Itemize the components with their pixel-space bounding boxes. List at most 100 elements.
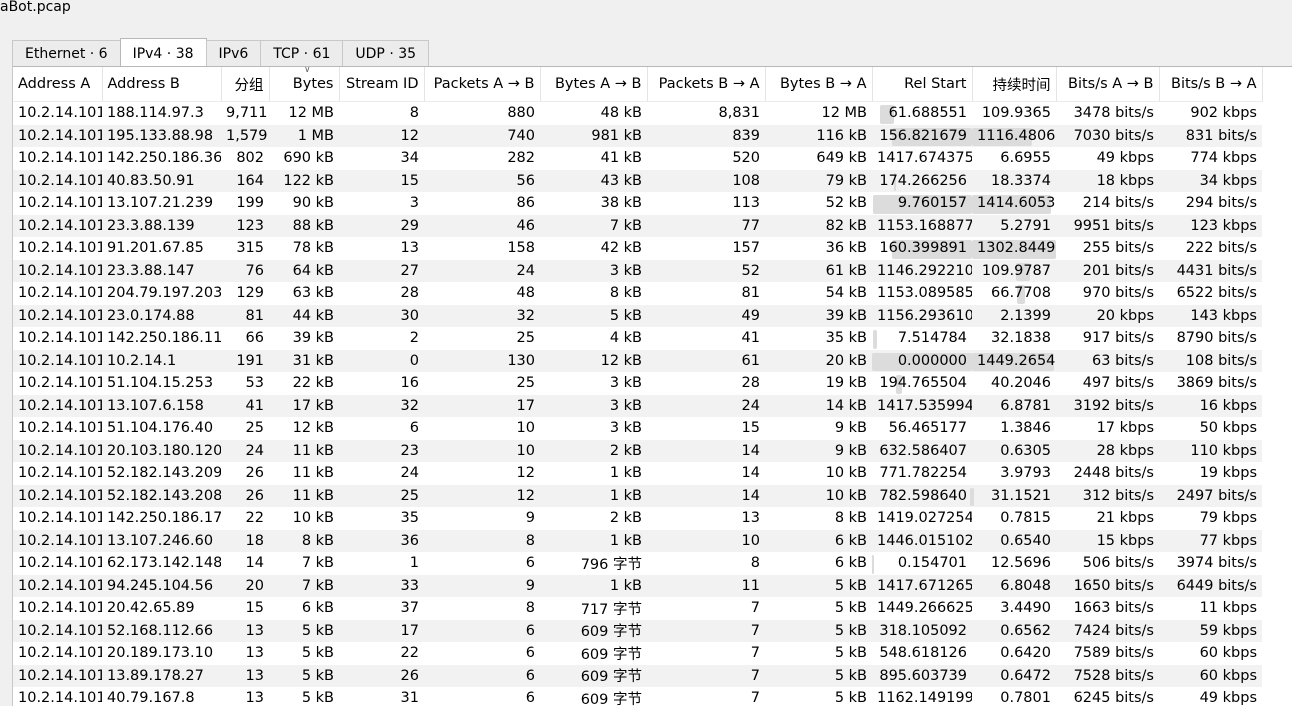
table-row[interactable]: 10.2.14.101 13.107.6.158 41 17 kB 32 17 3 kB 24… — [13, 394, 1262, 417]
cell-bytes-a-b: 796 字节 — [580, 556, 642, 573]
cell-address-b: 23.3.88.147 — [102, 259, 221, 282]
cell-value: 66.7708 — [991, 285, 1051, 302]
cell-address-b: 20.42.65.89 — [107, 600, 195, 617]
cell-address-a: 10.2.14.101 — [13, 124, 102, 147]
column-header-label: Packets A → B — [433, 76, 535, 92]
table-row[interactable]: 10.2.14.101 10.2.14.1 191 31 kB 0 130 12 kB 61 2… — [13, 349, 1262, 372]
table-row[interactable]: 10.2.14.101 52.182.143.208 26 11 kB 25 12 1 kB… — [13, 484, 1262, 507]
table-row[interactable]: 10.2.14.101 51.104.15.253 53 22 kB 16 25 3 kB 2… — [13, 372, 1262, 395]
cell-value: 0.7815 — [1000, 510, 1051, 527]
cell-bits-b-a: 11 kbps — [1199, 600, 1257, 617]
column-header-address-b[interactable]: Address B — [102, 67, 222, 102]
cell-bits-a-b: 201 bits/s — [1056, 259, 1159, 282]
cell-bits-b-a: 3974 bits/s — [1176, 555, 1257, 572]
cell-bytes: 11 kB — [269, 484, 339, 507]
column-header-packets-b-a[interactable]: Packets B → A — [647, 67, 766, 102]
table-row[interactable]: 10.2.14.101 23.0.174.88 81 44 kB 30 32 5 kB 49 3… — [13, 304, 1262, 327]
column-header-bits-a-b[interactable]: Bits/s A → B — [1056, 67, 1160, 102]
table-row[interactable]: 10.2.14.101 142.250.186.177 22 10 kB 35 9 2 kB… — [13, 507, 1262, 530]
cell-duration: 0.6540 — [972, 529, 1056, 552]
column-header-bytes-b-a[interactable]: Bytes B → A — [765, 67, 873, 102]
cell-value: 7.514784 — [897, 330, 967, 347]
cell-duration: 5.2791 — [972, 214, 1056, 237]
table-row[interactable]: 10.2.14.101 40.83.50.91 164 122 kB 15 56 43 kB… — [13, 169, 1262, 192]
cell-stream-id: 36 — [339, 529, 424, 552]
column-header-bytes-a-b[interactable]: Bytes A → B — [540, 67, 648, 102]
cell-duration: 109.9365 — [972, 102, 1056, 125]
cell-value: 18.3374 — [991, 172, 1051, 189]
column-header-stream-id[interactable]: Stream ID — [339, 67, 425, 102]
column-header-rel-start[interactable]: Rel Start — [872, 67, 973, 102]
column-header-bits-b-a[interactable]: Bits/s B → A — [1159, 67, 1263, 102]
cell-bytes-a-b: 48 kB — [600, 105, 642, 122]
cell-address-a: 10.2.14.101 — [18, 420, 102, 437]
cell-duration: 0.6562 — [972, 619, 1056, 642]
cell-bytes-b-a: 39 kB — [765, 304, 872, 327]
column-header-packets[interactable]: 分组 — [221, 67, 270, 102]
cell-packets-a-b: 158 — [507, 240, 535, 257]
table-row[interactable]: 10.2.14.101 40.79.167.8 13 5 kB 31 6 609 字节 7 5 … — [13, 687, 1262, 706]
table-row[interactable]: 10.2.14.101 142.250.186.36 802 690 kB 34 282 4… — [13, 147, 1262, 170]
cell-packets-a-b: 8 — [525, 600, 535, 617]
table-row[interactable]: 10.2.14.101 13.89.178.27 13 5 kB 26 6 609 字节 7 5… — [13, 664, 1262, 687]
table-row[interactable]: 10.2.14.101 91.201.67.85 315 78 kB 13 158 42 k… — [13, 237, 1262, 260]
cell-bits-b-a: 16 kbps — [1159, 394, 1262, 417]
table-header-row: Address A Address B 分组 Bytes ∨ Stream ID Packe… — [13, 67, 1263, 102]
cell-stream-id: 15 — [339, 169, 424, 192]
table-row[interactable]: 10.2.14.101 94.245.104.56 20 7 kB 33 9 1 kB 11 5… — [13, 574, 1262, 597]
cell-bytes-b-a: 5 kB — [834, 690, 867, 706]
cell-value: 31.1521 — [991, 487, 1051, 504]
cell-address-b: 13.107.6.158 — [102, 394, 221, 417]
cell-rel-start: 156.821679 — [872, 124, 972, 147]
tab-tcp[interactable]: TCP · 61 — [260, 40, 344, 66]
table-row[interactable]: 10.2.14.101 52.168.112.66 13 5 kB 17 6 609 字节 7… — [13, 619, 1262, 642]
column-header-address-a[interactable]: Address A — [13, 67, 103, 102]
table-row[interactable]: 10.2.14.101 20.42.65.89 15 6 kB 37 8 717 字节 7 5 … — [13, 597, 1262, 620]
column-header-bytes[interactable]: Bytes ∨ — [269, 67, 340, 102]
cell-packets-a-b: 25 — [516, 330, 535, 347]
cell-address-a: 10.2.14.101 — [13, 394, 102, 417]
cell-value: 56.465177 — [888, 420, 967, 437]
cell-duration: 3.4490 — [972, 597, 1056, 620]
cell-duration: 1116.4806 — [972, 124, 1056, 147]
timeline-bar — [972, 487, 975, 506]
cell-address-a: 10.2.14.101 — [18, 150, 102, 167]
tab-ethernet[interactable]: Ethernet · 6 — [12, 40, 121, 66]
table-row[interactable]: 10.2.14.101 13.107.246.60 18 8 kB 36 8 1 kB 10 6… — [13, 529, 1262, 552]
cell-bytes-a-b: 38 kB — [600, 195, 642, 212]
cell-rel-start: 174.266256 — [872, 169, 972, 192]
tab-ipv4[interactable]: IPv4 · 38 — [119, 38, 207, 66]
table-row[interactable]: 10.2.14.101 52.182.143.209 26 11 kB 24 12 1 kB… — [13, 462, 1262, 485]
table-row[interactable]: 10.2.14.101 20.189.173.10 13 5 kB 22 6 609 字节 7… — [13, 642, 1262, 665]
table-row[interactable]: 10.2.14.101 23.3.88.139 123 88 kB 29 46 7 kB 77… — [13, 214, 1262, 237]
cell-value: 0.6540 — [1000, 532, 1051, 549]
table-row[interactable]: 10.2.14.101 51.104.176.40 25 12 kB 6 10 3 kB 15… — [13, 417, 1262, 440]
column-header-duration[interactable]: 持续时间 — [972, 67, 1057, 102]
cell-value: 156.821679 — [879, 127, 967, 144]
table-row[interactable]: 10.2.14.101 195.133.88.98 1,579 1 MB 12 740 98… — [13, 124, 1262, 147]
cell-duration: 0.7815 — [972, 507, 1056, 530]
cell-packets: 13 — [245, 645, 264, 662]
tab-udp[interactable]: UDP · 35 — [342, 40, 430, 66]
cell-packets: 22 — [245, 510, 264, 527]
cell-bits-b-a: 294 bits/s — [1185, 195, 1257, 212]
table-row[interactable]: 10.2.14.101 13.107.21.239 199 90 kB 3 86 38 kB… — [13, 192, 1262, 215]
table-row[interactable]: 10.2.14.101 23.3.88.147 76 64 kB 27 24 3 kB 52 6… — [13, 259, 1262, 282]
cell-bits-a-b: 17 kbps — [1096, 420, 1154, 437]
cell-address-b: 23.3.88.139 — [102, 214, 221, 237]
table-row[interactable]: 10.2.14.101 142.250.186.110 66 39 kB 2 25 4 kB… — [13, 327, 1262, 350]
cell-address-b: 52.168.112.66 — [102, 619, 221, 642]
table-row[interactable]: 10.2.14.101 188.114.97.3 9,711 12 MB 8 880 48 … — [13, 102, 1262, 125]
cell-address-b: 188.114.97.3 — [107, 105, 204, 122]
cell-packets-a-b: 6 — [525, 690, 535, 706]
cell-packets: 26 — [245, 465, 264, 482]
table-row[interactable]: 10.2.14.101 204.79.197.203 129 63 kB 28 48 8 k… — [13, 282, 1262, 305]
tab-ipv6[interactable]: IPv6 — [205, 40, 262, 66]
cell-bytes: 8 kB — [269, 529, 339, 552]
table-row[interactable]: 10.2.14.101 20.103.180.120 24 11 kB 23 10 2 kB… — [13, 439, 1262, 462]
table-row[interactable]: 10.2.14.101 62.173.142.148 14 7 kB 1 6 796 字节 8… — [13, 552, 1262, 575]
tab-bar: Ethernet · 6 IPv4 · 38 IPv6 TCP · 61 UDP · 3… — [12, 38, 430, 66]
column-header-packets-a-b[interactable]: Packets A → B — [424, 67, 541, 102]
cell-duration: 0.6420 — [972, 642, 1056, 665]
cell-bytes-a-b: 43 kB — [540, 169, 647, 192]
